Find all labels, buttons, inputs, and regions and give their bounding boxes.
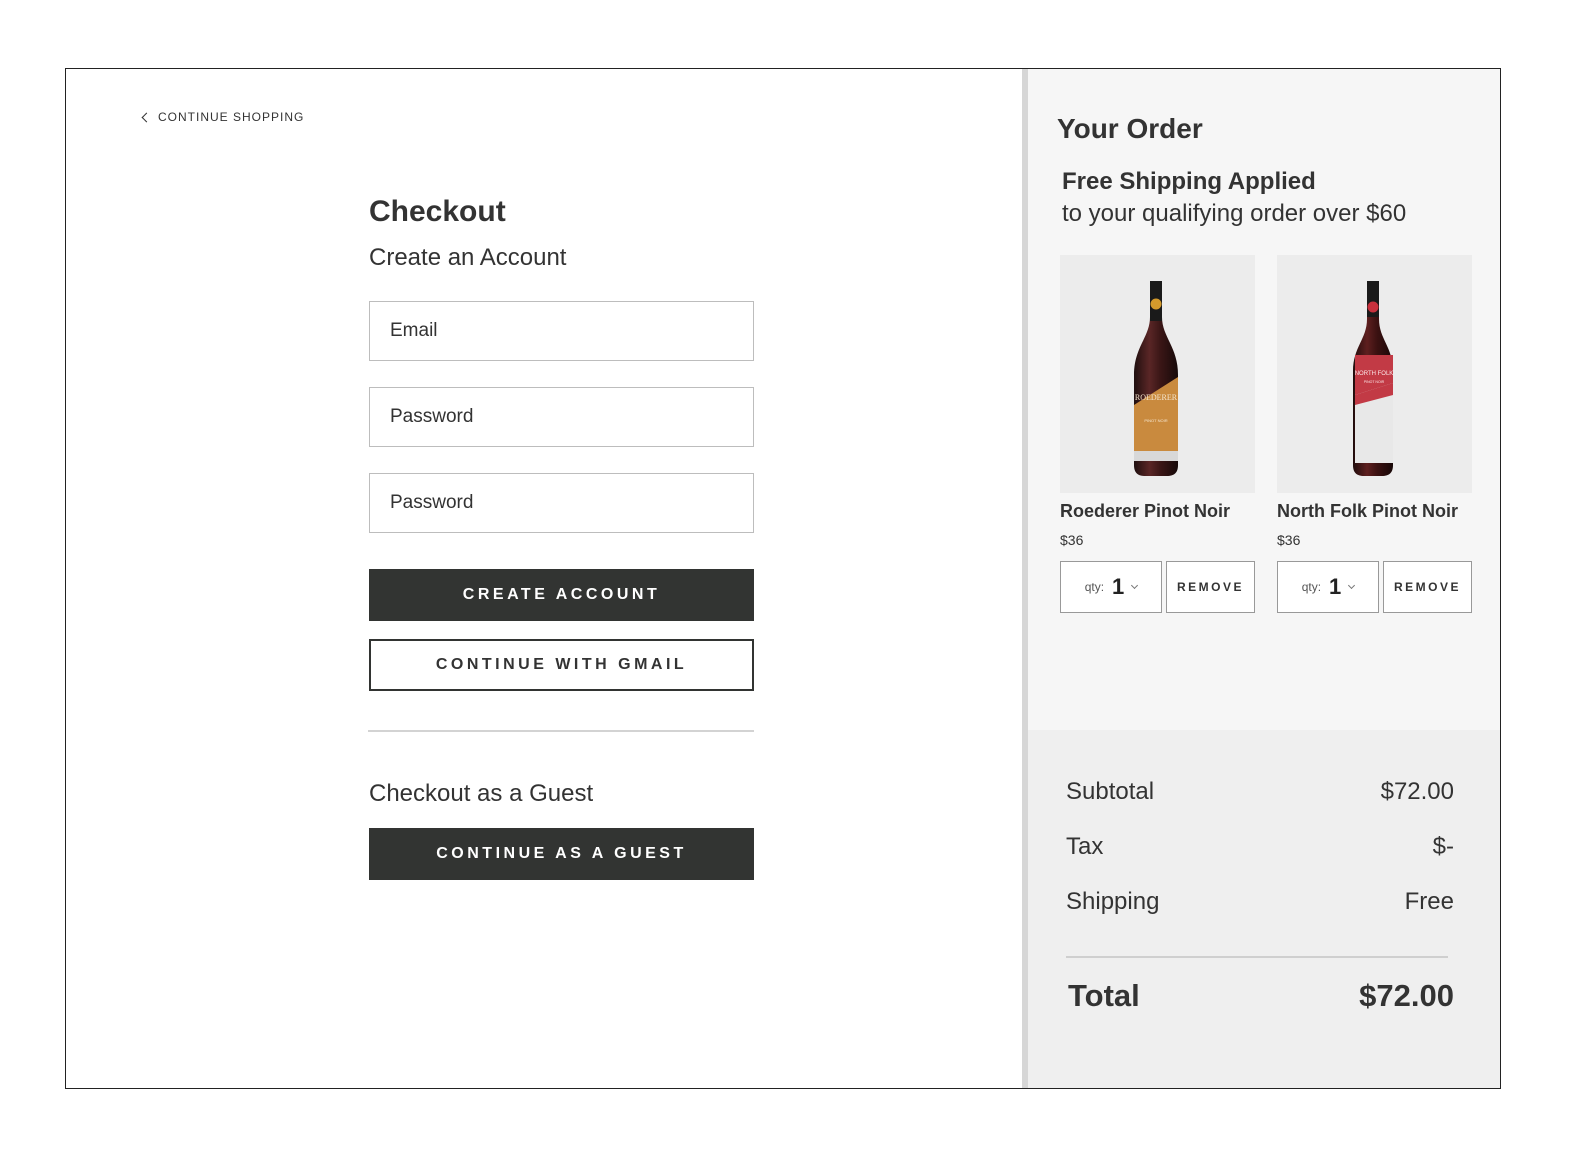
continue-shopping-link[interactable]: CONTINUE SHOPPING [141, 110, 304, 124]
shipping-value: Free [1404, 888, 1454, 915]
create-account-button[interactable]: CREATE ACCOUNT [369, 569, 754, 621]
product-name[interactable]: North Folk Pinot Noir [1277, 501, 1458, 522]
product-name[interactable]: Roederer Pinot Noir [1060, 501, 1230, 522]
wine-bottle-icon: ROEDERER PINOT NOIR [1134, 281, 1178, 476]
order-summary: Subtotal $72.00 Tax $- Shipping Free Tot… [1028, 730, 1500, 1088]
subtotal-value: $72.00 [1380, 778, 1454, 805]
page-title: Checkout [369, 195, 506, 228]
order-title: Your Order [1057, 113, 1203, 144]
chevron-left-icon [141, 112, 152, 122]
create-account-heading: Create an Account [369, 244, 567, 271]
qty-value: 1 [1329, 574, 1342, 599]
product-price: $36 [1060, 532, 1084, 548]
product-image: ROEDERER PINOT NOIR [1060, 255, 1255, 493]
tax-value: $- [1432, 833, 1454, 860]
total-value: $72.00 [1359, 978, 1454, 1013]
svg-text:PINOT NOIR: PINOT NOIR [1364, 380, 1385, 384]
shipping-row: Shipping Free [1066, 888, 1454, 916]
email-field[interactable] [369, 301, 754, 361]
free-shipping-title: Free Shipping Applied [1062, 168, 1316, 195]
subtotal-label: Subtotal [1066, 778, 1155, 805]
qty-label: qty: [1084, 580, 1105, 594]
continue-with-gmail-button[interactable]: CONTINUE WITH GMAIL [369, 639, 754, 691]
product-image: NORTH FOLK PINOT NOIR [1277, 255, 1472, 493]
summary-divider [1066, 956, 1448, 958]
svg-text:PINOT NOIR: PINOT NOIR [1144, 418, 1167, 423]
qty-label: qty: [1301, 580, 1322, 594]
total-row: Total $72.00 [1068, 978, 1454, 1014]
remove-button[interactable]: REMOVE [1166, 561, 1255, 613]
cart-item: ROEDERER PINOT NOIR Roederer Pinot Noir … [1060, 255, 1255, 613]
chevron-down-icon [1131, 581, 1139, 590]
remove-button[interactable]: REMOVE [1383, 561, 1472, 613]
section-divider [368, 730, 754, 732]
svg-text:ROEDERER: ROEDERER [1135, 393, 1178, 402]
shipping-label: Shipping [1066, 888, 1160, 915]
free-shipping-subtitle: to your qualifying order over $60 [1062, 200, 1407, 227]
guest-heading: Checkout as a Guest [369, 780, 594, 807]
subtotal-row: Subtotal $72.00 [1066, 778, 1454, 806]
qty-value: 1 [1112, 574, 1125, 599]
total-label: Total [1068, 978, 1140, 1013]
tax-label: Tax [1066, 833, 1104, 860]
checkout-panel: CONTINUE SHOPPING Checkout Create an Acc… [66, 69, 1022, 1088]
svg-text:NORTH FOLK: NORTH FOLK [1355, 371, 1394, 377]
wine-bottle-icon: NORTH FOLK PINOT NOIR [1353, 281, 1394, 476]
continue-shopping-label: CONTINUE SHOPPING [158, 110, 305, 124]
product-price: $36 [1277, 532, 1301, 548]
quantity-select[interactable]: qty: 1 [1060, 561, 1162, 613]
continue-as-guest-button[interactable]: CONTINUE AS A GUEST [369, 828, 754, 880]
quantity-select[interactable]: qty: 1 [1277, 561, 1379, 613]
password-field[interactable] [369, 387, 754, 447]
chevron-down-icon [1348, 581, 1356, 590]
order-panel: Your Order Free Shipping Applied to your… [1028, 69, 1500, 1088]
tax-row: Tax $- [1066, 833, 1454, 861]
cart-item: NORTH FOLK PINOT NOIR North Folk Pinot N… [1277, 255, 1472, 613]
checkout-frame: CONTINUE SHOPPING Checkout Create an Acc… [65, 68, 1501, 1089]
confirm-password-field[interactable] [369, 473, 754, 533]
